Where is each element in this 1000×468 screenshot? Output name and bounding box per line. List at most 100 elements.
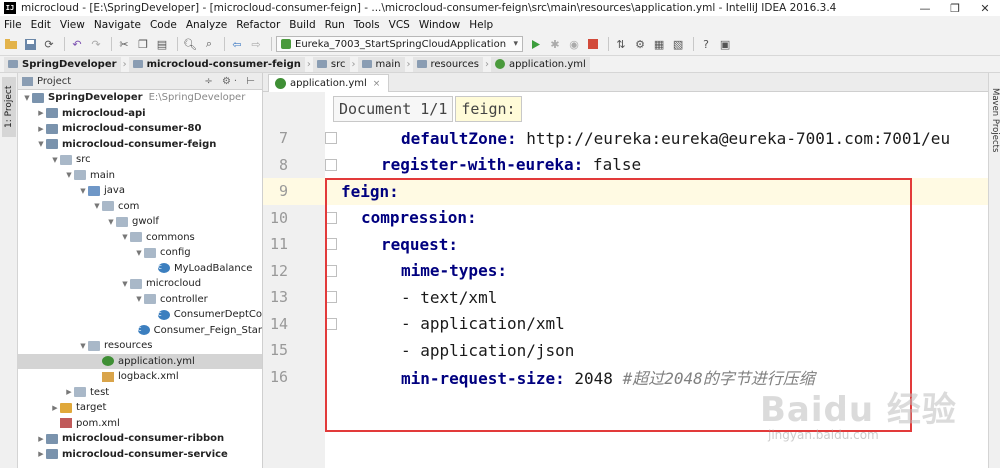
tree-item[interactable]: ▶ microcloud-consumer-ribbon [18, 431, 262, 447]
tree-item[interactable]: ▼ com [18, 199, 262, 215]
code-line[interactable]: 16 min-request-size: 2048 #超过2048的字节进行压缩 [263, 364, 988, 391]
vcs-update-icon[interactable]: ⇅ [613, 36, 629, 52]
breadcrumb-project[interactable]: SpringDeveloper [4, 56, 121, 72]
expand-arrow-icon[interactable]: ▼ [78, 187, 88, 195]
settings-icon[interactable]: ⚙ [632, 36, 648, 52]
code-line[interactable]: 12 mime-types: [263, 258, 988, 285]
fold-marker-icon[interactable] [325, 238, 337, 251]
expand-arrow-icon[interactable]: ▼ [106, 218, 116, 226]
sync-icon[interactable]: ⟳ [41, 36, 57, 52]
fold-marker-icon[interactable] [325, 158, 337, 171]
expand-arrow-icon[interactable]: ▶ [50, 404, 60, 412]
menu-help[interactable]: Help [469, 19, 493, 31]
code-line[interactable]: 14 - application/xml [263, 311, 988, 338]
paste-icon[interactable]: ▤ [154, 36, 170, 52]
redo-icon[interactable]: ↷ [88, 36, 104, 52]
expand-arrow-icon[interactable]: ▼ [50, 156, 60, 164]
expand-arrow-icon[interactable]: ▼ [64, 171, 74, 179]
tree-item[interactable]: ▶ microcloud-consumer-service [18, 447, 262, 463]
breadcrumb-resources[interactable]: resources [412, 56, 483, 72]
find-icon[interactable]: 🔍︎ [182, 36, 198, 52]
tree-item[interactable]: ▼ gwolf [18, 214, 262, 230]
tree-item[interactable]: logback.xml [18, 369, 262, 385]
menu-window[interactable]: Window [419, 19, 460, 31]
menu-analyze[interactable]: Analyze [186, 19, 227, 31]
yaml-path-indicator[interactable]: feign: [455, 96, 522, 122]
menu-navigate[interactable]: Navigate [94, 19, 141, 31]
tree-item[interactable]: ▶ microcloud-consumer-80 [18, 121, 262, 137]
tree-item[interactable]: ▼ java [18, 183, 262, 199]
cut-icon[interactable]: ✂ [116, 36, 132, 52]
expand-arrow-icon[interactable]: ▼ [120, 280, 130, 288]
tree-item[interactable]: ▼ src [18, 152, 262, 168]
tree-item[interactable]: ▼ microcloud-consumer-feign [18, 137, 262, 153]
code-line[interactable]: 11 request: [263, 231, 988, 258]
code-line[interactable]: 10 compression: [263, 205, 988, 232]
tree-item[interactable]: ▶ target [18, 400, 262, 416]
copy-icon[interactable]: ❐ [135, 36, 151, 52]
menu-tools[interactable]: Tools [354, 19, 380, 31]
expand-arrow-icon[interactable]: ▶ [36, 109, 46, 117]
menu-run[interactable]: Run [325, 19, 345, 31]
fold-marker-icon[interactable] [325, 291, 337, 304]
expand-arrow-icon[interactable]: ▼ [120, 233, 130, 241]
breadcrumb-file[interactable]: application.yml [490, 56, 590, 72]
stop-icon[interactable] [585, 36, 601, 52]
tree-item[interactable]: ▼ controller [18, 292, 262, 308]
save-all-icon[interactable] [22, 36, 38, 52]
tree-item[interactable]: ▶ microcloud-api [18, 106, 262, 122]
replace-icon[interactable]: ⌕ [201, 36, 217, 52]
menu-file[interactable]: File [4, 19, 22, 31]
back-icon[interactable]: ⇦ [229, 36, 245, 52]
coverage-icon[interactable]: ◉ [566, 36, 582, 52]
document-indicator[interactable]: Document 1/1 [333, 96, 454, 122]
breadcrumb-main[interactable]: main [357, 56, 405, 72]
tree-item[interactable]: ▼ commons [18, 230, 262, 246]
tree-item[interactable]: ▼ main [18, 168, 262, 184]
panel-tools[interactable]: ÷ ⚙· ⊢ [204, 76, 258, 87]
maven-projects-tab[interactable]: Maven Projects [989, 85, 1000, 155]
expand-arrow-icon[interactable]: ▼ [134, 295, 144, 303]
tree-item[interactable]: c ConsumerDeptCo [18, 307, 262, 323]
project-tool-tab[interactable]: 1: Project [2, 77, 16, 137]
close-button[interactable]: ✕ [970, 0, 1000, 16]
expand-arrow-icon[interactable]: ▶ [36, 435, 46, 443]
fold-marker-icon[interactable] [325, 211, 337, 224]
breadcrumb-src[interactable]: src [312, 56, 350, 72]
expand-arrow-icon[interactable]: ▶ [36, 450, 46, 458]
menu-code[interactable]: Code [150, 19, 177, 31]
open-folder-icon[interactable] [3, 36, 19, 52]
menu-vcs[interactable]: VCS [389, 19, 410, 31]
maximize-button[interactable]: ❐ [940, 0, 970, 16]
tree-item[interactable]: ▶ test [18, 385, 262, 401]
tree-item[interactable]: c MyLoadBalance [18, 261, 262, 277]
editor-tab-application-yml[interactable]: application.yml × [268, 74, 390, 92]
close-tab-icon[interactable]: × [373, 79, 381, 89]
project-panel-title[interactable]: Project [37, 76, 71, 87]
fold-marker-icon[interactable] [325, 132, 337, 145]
expand-arrow-icon[interactable]: ▼ [36, 140, 46, 148]
expand-arrow-icon[interactable]: ▼ [22, 94, 32, 102]
code-editor[interactable]: Document 1/1 feign: 7 defaultZone: http:/… [263, 92, 988, 468]
minimize-button[interactable]: — [910, 0, 940, 16]
tree-item[interactable]: ▼ config [18, 245, 262, 261]
help-icon[interactable]: ? [698, 36, 714, 52]
terminal-icon[interactable]: ▣ [717, 36, 733, 52]
expand-arrow-icon[interactable]: ▶ [64, 388, 74, 396]
undo-icon[interactable]: ↶ [69, 36, 85, 52]
sdk-icon[interactable]: ▧ [670, 36, 686, 52]
debug-icon[interactable]: ✱ [547, 36, 563, 52]
menu-build[interactable]: Build [289, 19, 315, 31]
forward-icon[interactable]: ⇨ [248, 36, 264, 52]
expand-arrow-icon[interactable]: ▶ [36, 125, 46, 133]
code-line[interactable]: 9 feign: [263, 178, 988, 205]
code-line[interactable]: 15 - application/json [263, 337, 988, 364]
expand-arrow-icon[interactable]: ▼ [92, 202, 102, 210]
tree-item[interactable]: application.yml [18, 353, 262, 369]
expand-arrow-icon[interactable]: ▼ [134, 249, 144, 257]
tree-item[interactable]: ▼ SpringDeveloper E:\SpringDeveloper [18, 90, 262, 106]
project-structure-icon[interactable]: ▦ [651, 36, 667, 52]
breadcrumb-module[interactable]: microcloud-consumer-feign [128, 56, 305, 72]
fold-marker-icon[interactable] [325, 317, 337, 330]
menu-refactor[interactable]: Refactor [236, 19, 280, 31]
